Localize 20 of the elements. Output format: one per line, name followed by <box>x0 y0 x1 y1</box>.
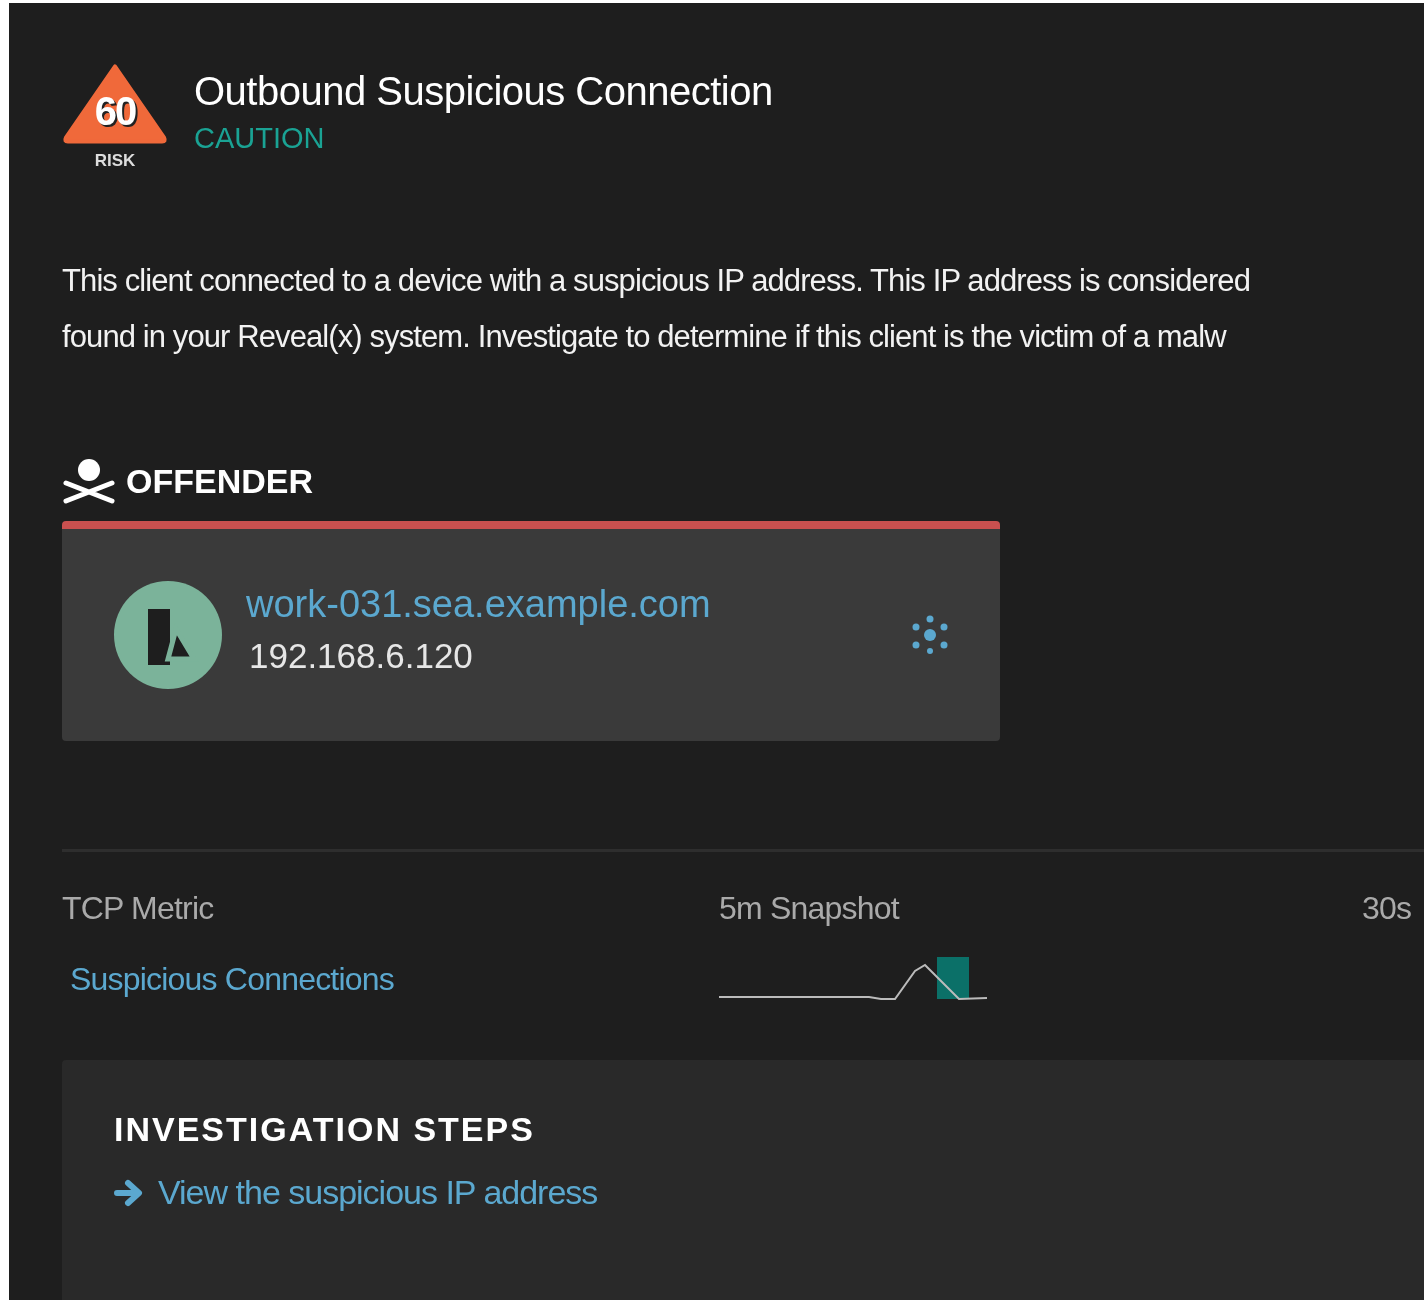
network-icon[interactable] <box>910 615 950 655</box>
severity-label: CAUTION <box>194 122 326 155</box>
column-header: 30s <box>1362 889 1412 927</box>
column-header: TCP Metric <box>62 889 215 927</box>
risk-triangle-icon <box>62 61 168 145</box>
hostname-link[interactable]: work-031.sea.example.com <box>246 582 910 626</box>
skull-crossbones-icon <box>62 457 116 505</box>
risk-score: 60 <box>94 91 136 131</box>
description-text: This client connected to a device with a suspicious IP address. This IP address is considered <box>62 262 1250 300</box>
section-heading: INVESTIGATION STEPS <box>114 1110 536 1149</box>
device-icon <box>114 581 222 689</box>
description-text: found in your Reveal(x) system. Investigate to determine if this client is the victim of a malw <box>62 318 1226 356</box>
metric-link[interactable]: Suspicious Connections <box>70 960 719 998</box>
step-link[interactable]: View the suspicious IP address <box>158 1173 598 1212</box>
column-header: 5m Snapshot <box>719 889 901 927</box>
section-heading: OFFENDER <box>126 461 313 501</box>
detection-title: Outbound Suspicious Connection <box>194 69 773 114</box>
risk-label: RISK <box>93 151 137 171</box>
arrow-icon <box>114 1177 144 1208</box>
ip-address: 192.168.6.120 <box>249 635 474 676</box>
